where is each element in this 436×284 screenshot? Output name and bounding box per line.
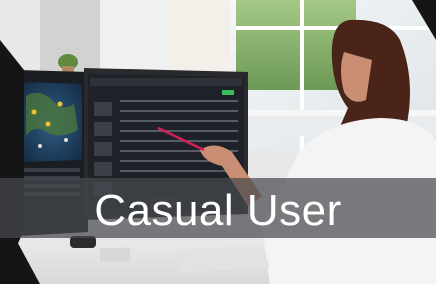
caption-title: Casual User [94, 186, 342, 235]
keyboard [178, 246, 270, 272]
office-photo [0, 0, 436, 284]
photo-scene: Casual User [0, 0, 436, 284]
accent-button [222, 90, 234, 95]
